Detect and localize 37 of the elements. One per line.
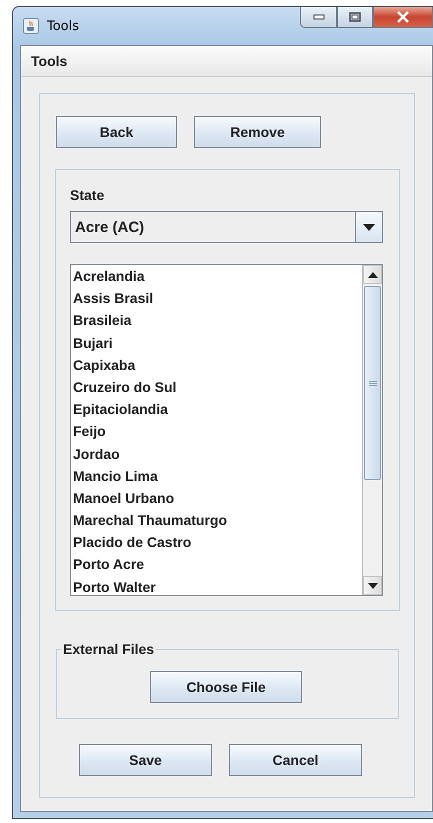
close-icon bbox=[396, 11, 410, 23]
list-item[interactable]: Placido de Castro bbox=[71, 531, 362, 554]
scrollbar[interactable] bbox=[362, 265, 382, 595]
down-arrow-icon bbox=[368, 582, 378, 588]
action-button[interactable]: Back bbox=[56, 116, 177, 148]
list-item[interactable]: Capixaba bbox=[71, 354, 362, 376]
list-item[interactable]: Bujari bbox=[71, 332, 362, 354]
list-item[interactable]: Mancio Lima bbox=[71, 464, 362, 487]
coffee-cup-icon bbox=[23, 18, 39, 34]
group-title: External Files bbox=[62, 641, 156, 657]
window-title: Tools bbox=[47, 18, 80, 34]
list-item[interactable]: Assis Brasil bbox=[71, 287, 362, 310]
choose-file-button[interactable]: Choose File bbox=[150, 671, 302, 703]
list-item[interactable]: Manoel Urbano bbox=[71, 486, 362, 510]
list-item[interactable]: Cruzeiro do Sul bbox=[71, 376, 362, 398]
maximize-icon bbox=[349, 12, 361, 22]
state-dropdown[interactable]: Acre (AC) bbox=[70, 211, 383, 243]
list-item[interactable]: Epitaciolandia bbox=[71, 398, 362, 420]
grip-icon bbox=[368, 380, 376, 386]
action-button[interactable]: Save bbox=[79, 744, 212, 776]
menu-item[interactable]: Tools bbox=[21, 53, 78, 69]
minimize-button[interactable] bbox=[300, 7, 337, 28]
close-button[interactable] bbox=[373, 7, 433, 28]
minimize-icon bbox=[312, 14, 324, 20]
list-item[interactable]: Porto Walter bbox=[71, 576, 362, 595]
list-item[interactable]: Feijo bbox=[71, 420, 362, 442]
up-arrow-icon bbox=[368, 272, 378, 278]
list-item[interactable]: Brasileia bbox=[71, 309, 362, 332]
action-button[interactable]: Cancel bbox=[229, 744, 362, 776]
list-item[interactable]: Marechal Thaumaturgo bbox=[71, 509, 362, 532]
list-item[interactable]: Porto Acre bbox=[71, 553, 362, 576]
list-item[interactable]: Jordao bbox=[71, 442, 362, 465]
caret-icon bbox=[363, 224, 375, 230]
action-button[interactable]: Remove bbox=[194, 116, 321, 148]
state-label: State bbox=[70, 187, 106, 205]
maximize-button[interactable] bbox=[337, 7, 373, 28]
list-item[interactable]: Acrelandia bbox=[71, 265, 362, 288]
